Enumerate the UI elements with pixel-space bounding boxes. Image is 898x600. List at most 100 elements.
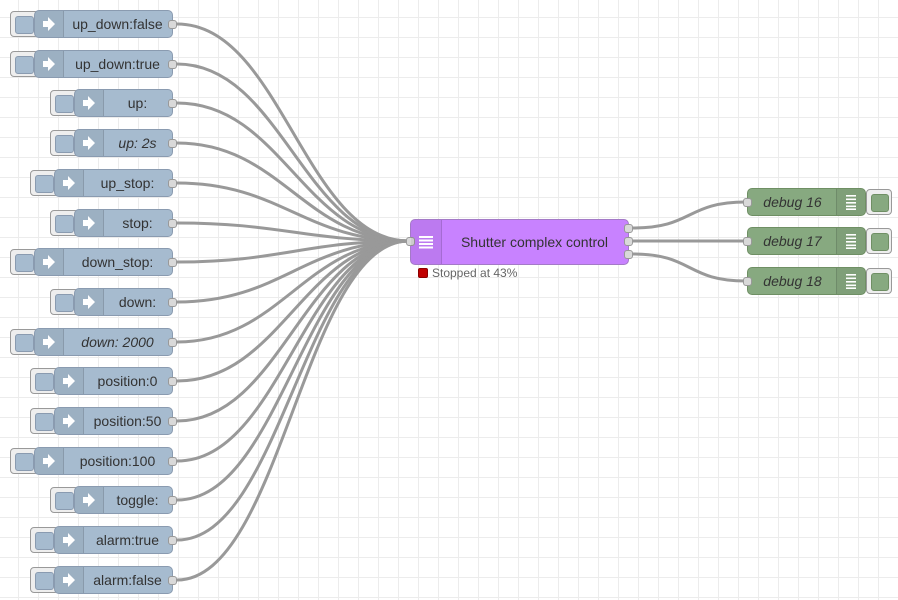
debug-toggle-button-face xyxy=(871,194,889,212)
inject-trigger-button-face xyxy=(55,135,74,153)
list-lines-icon xyxy=(836,268,865,294)
list-lines-icon xyxy=(836,228,865,254)
wire-inject-to-function[interactable] xyxy=(176,239,410,463)
wire-function-to-debug[interactable] xyxy=(632,252,747,283)
inject-node[interactable]: up: xyxy=(74,89,177,117)
inject-output-port[interactable] xyxy=(168,60,177,69)
inject-trigger-button-face xyxy=(35,572,54,590)
inject-node-label: up: xyxy=(127,95,148,111)
function-node-shutter[interactable]: Shutter complex control xyxy=(406,219,633,265)
function-output-port-2[interactable] xyxy=(624,237,633,246)
inject-output-port[interactable] xyxy=(168,258,177,267)
inject-trigger-button-face xyxy=(15,334,34,352)
debug-node[interactable]: debug 18 xyxy=(743,267,866,295)
arrow-right-icon xyxy=(55,408,84,434)
debug-toggle-button-face xyxy=(871,273,889,291)
inject-node[interactable]: down: xyxy=(74,288,177,316)
inject-output-port[interactable] xyxy=(168,338,177,347)
inject-output-port[interactable] xyxy=(168,179,177,188)
inject-output-port[interactable] xyxy=(168,536,177,545)
debug-toggle-button[interactable] xyxy=(866,268,892,294)
inject-output-port[interactable] xyxy=(168,496,177,505)
inject-trigger-button-face xyxy=(15,453,34,471)
arrow-right-icon xyxy=(35,11,64,37)
inject-trigger-button-face xyxy=(35,532,54,550)
arrow-right-icon xyxy=(75,487,104,513)
inject-trigger-button-face xyxy=(55,95,74,113)
inject-output-port[interactable] xyxy=(168,219,177,228)
status-indicator xyxy=(418,268,428,278)
inject-node[interactable]: position:0 xyxy=(54,367,177,395)
inject-output-port[interactable] xyxy=(168,377,177,386)
wire-inject-to-function[interactable] xyxy=(176,239,410,502)
inject-node-label: down_stop: xyxy=(81,254,154,270)
inject-trigger-button-face xyxy=(35,373,54,391)
inject-output-port[interactable] xyxy=(168,99,177,108)
inject-node[interactable]: down_stop: xyxy=(34,248,177,276)
inject-node[interactable]: alarm:false xyxy=(54,566,177,594)
debug-node[interactable]: debug 17 xyxy=(743,227,866,255)
inject-node[interactable]: stop: xyxy=(74,209,177,237)
function-node-label: Shutter complex control xyxy=(460,234,609,250)
inject-node[interactable]: position:100 xyxy=(34,447,177,475)
inject-node[interactable]: down: 2000 xyxy=(34,328,177,356)
debug-node-label: debug 18 xyxy=(763,273,822,289)
inject-output-port[interactable] xyxy=(168,576,177,585)
inject-node[interactable]: up_stop: xyxy=(54,169,177,197)
function-output-port-3[interactable] xyxy=(624,250,633,259)
wire-inject-to-function[interactable] xyxy=(176,101,410,243)
inject-output-port[interactable] xyxy=(168,298,177,307)
inject-trigger-button-face xyxy=(55,492,74,510)
wire-inject-to-function[interactable] xyxy=(176,62,410,243)
arrow-right-icon xyxy=(75,130,104,156)
arrow-right-icon xyxy=(55,567,84,593)
arrow-right-icon xyxy=(55,170,84,196)
arrow-right-icon xyxy=(55,368,84,394)
inject-trigger-button-face xyxy=(55,215,74,233)
wire-inject-to-function[interactable] xyxy=(176,22,410,243)
inject-node-label: stop: xyxy=(122,215,153,231)
inject-node-label: up_down:false xyxy=(72,16,163,32)
arrow-right-icon xyxy=(35,51,64,77)
debug-node[interactable]: debug 16 xyxy=(743,188,866,216)
inject-output-port[interactable] xyxy=(168,139,177,148)
inject-trigger-button-face xyxy=(55,294,74,312)
function-icon xyxy=(411,220,442,264)
inject-node-label: position:0 xyxy=(97,373,158,389)
inject-node-label: position:100 xyxy=(79,453,156,469)
arrow-right-icon xyxy=(75,90,104,116)
inject-output-port[interactable] xyxy=(168,20,177,29)
wire-inject-to-function[interactable] xyxy=(176,141,410,243)
function-node-status: Stopped at 43% xyxy=(418,266,517,280)
inject-node-label: up: 2s xyxy=(118,135,157,151)
debug-toggle-button-face xyxy=(871,233,889,251)
arrow-right-icon xyxy=(75,289,104,315)
inject-node[interactable]: position:50 xyxy=(54,407,177,435)
inject-node[interactable]: up_down:false xyxy=(34,10,177,38)
debug-node-label: debug 17 xyxy=(763,233,822,249)
inject-trigger-button-face xyxy=(35,175,54,193)
inject-node[interactable]: up: 2s xyxy=(74,129,177,157)
inject-node-label: alarm:true xyxy=(95,532,160,548)
inject-node-label: alarm:false xyxy=(93,572,162,588)
inject-node-label: toggle: xyxy=(116,492,159,508)
inject-node-label: position:50 xyxy=(93,413,162,429)
inject-node[interactable]: alarm:true xyxy=(54,526,177,554)
debug-node-label: debug 16 xyxy=(763,194,822,210)
wire-function-to-debug[interactable] xyxy=(632,200,747,230)
debug-toggle-button[interactable] xyxy=(866,228,892,254)
debug-toggle-button[interactable] xyxy=(866,189,892,215)
inject-output-port[interactable] xyxy=(168,457,177,466)
status-text: Stopped at 43% xyxy=(432,266,518,280)
arrow-right-icon xyxy=(55,527,84,553)
wire-inject-to-function[interactable] xyxy=(176,239,410,542)
list-lines-icon xyxy=(836,189,865,215)
inject-node[interactable]: toggle: xyxy=(74,486,177,514)
arrow-right-icon xyxy=(35,249,64,275)
inject-output-port[interactable] xyxy=(168,417,177,426)
inject-trigger-button-face xyxy=(15,16,34,34)
function-output-port-1[interactable] xyxy=(624,224,633,233)
arrow-right-icon xyxy=(35,448,64,474)
inject-node[interactable]: up_down:true xyxy=(34,50,177,78)
inject-trigger-button-face xyxy=(15,254,34,272)
